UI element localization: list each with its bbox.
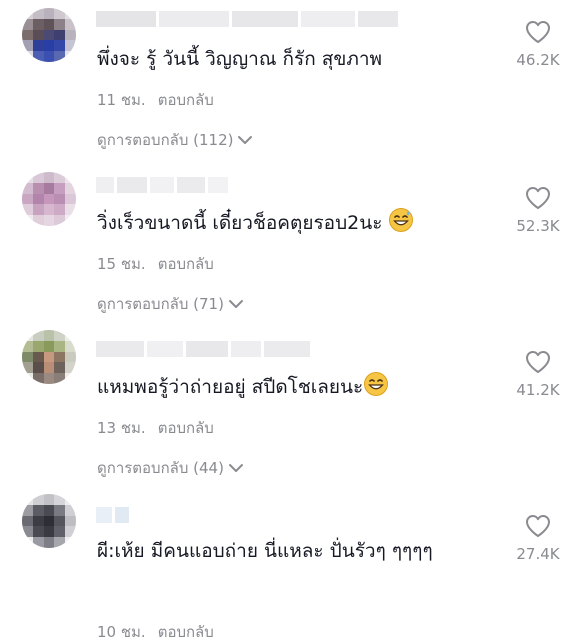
- avatar[interactable]: [22, 494, 76, 548]
- reply-button[interactable]: ตอบกลับ: [158, 623, 214, 641]
- reply-button[interactable]: ตอบกลับ: [158, 419, 214, 437]
- like-button[interactable]: 27.4K: [500, 514, 576, 563]
- username-blurred[interactable]: [96, 10, 398, 28]
- chevron-down-icon: [228, 464, 243, 472]
- comment-meta: 15 ชม. ตอบกลับ: [97, 252, 214, 276]
- view-replies-button[interactable]: ดูการตอบกลับ (71): [97, 292, 244, 316]
- comment-text: วิ่งเร็วขนาดนี้ เดี๋ยวช็อคตุยรอบ2นะ: [97, 207, 477, 239]
- like-button[interactable]: 52.3K: [500, 186, 576, 235]
- comment-meta: 10 ชม. ตอบกลับ: [97, 620, 214, 644]
- like-button[interactable]: 46.2K: [500, 20, 576, 69]
- comment-text: แหมพอรู้ว่าถ่ายอยู่ สปีดโชเลยนะ: [97, 371, 477, 403]
- view-replies-label: ดูการตอบกลับ (71): [97, 295, 224, 313]
- heart-outline-icon: [526, 21, 550, 43]
- heart-outline-icon: [526, 187, 550, 209]
- like-count: 27.4K: [516, 545, 560, 563]
- comment-time: 13 ชม.: [97, 419, 146, 437]
- comment-text: พึ่งจะ รู้ วันนี้ วิญญาณ ก็รัก สุขภาพ: [97, 48, 383, 70]
- view-replies-button[interactable]: ดูการตอบกลับ (44): [97, 456, 244, 480]
- reply-button[interactable]: ตอบกลับ: [158, 91, 214, 109]
- username-blurred[interactable]: [96, 506, 129, 524]
- avatar[interactable]: [22, 172, 76, 226]
- username-blurred[interactable]: [96, 340, 310, 358]
- heart-outline-icon: [526, 515, 550, 537]
- reply-button[interactable]: ตอบกลับ: [158, 255, 214, 273]
- like-count: 46.2K: [516, 51, 560, 69]
- like-count: 41.2K: [516, 381, 560, 399]
- comment-time: 11 ชม.: [97, 91, 146, 109]
- view-replies-label: ดูการตอบกลับ (112): [97, 131, 234, 149]
- like-count: 52.3K: [516, 217, 560, 235]
- comment-meta: 11 ชม. ตอบกลับ: [97, 88, 214, 112]
- view-replies-button[interactable]: ดูการตอบกลับ (112): [97, 128, 253, 152]
- grinning-sweat-emoji: [389, 208, 414, 232]
- comment-time: 15 ชม.: [97, 255, 146, 273]
- comment-time: 10 ชม.: [97, 623, 146, 641]
- like-button[interactable]: 41.2K: [500, 350, 576, 399]
- comment-meta: 13 ชม. ตอบกลับ: [97, 416, 214, 440]
- heart-outline-icon: [526, 351, 550, 373]
- avatar[interactable]: [22, 8, 76, 62]
- chevron-down-icon: [238, 136, 253, 144]
- comment-text: ผี:เห้ย มีคนแอบถ่าย นี่แหละ ปั่นรัวๆ ๆๆๆ…: [97, 540, 433, 562]
- grinning-emoji: [364, 372, 389, 396]
- view-replies-label: ดูการตอบกลับ (44): [97, 459, 224, 477]
- avatar[interactable]: [22, 330, 76, 384]
- username-blurred[interactable]: [96, 176, 228, 194]
- chevron-down-icon: [228, 300, 243, 308]
